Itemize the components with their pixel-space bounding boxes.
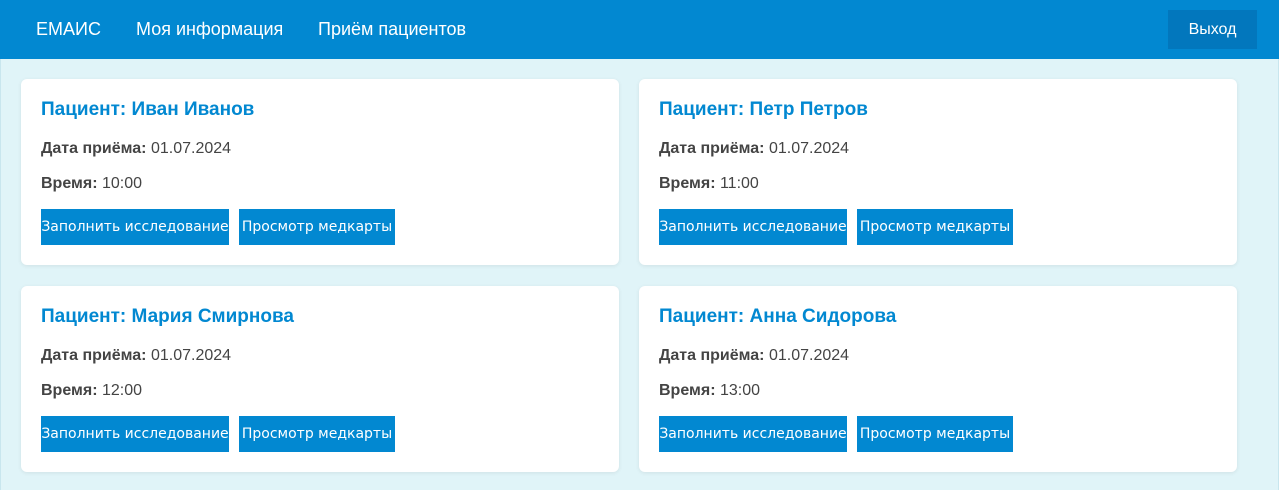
view-medical-record-button[interactable]: Просмотр медкарты: [239, 416, 395, 452]
date-value: 01.07.2024: [150, 347, 232, 364]
nav-my-info[interactable]: Моя информация: [136, 18, 283, 40]
fill-study-button[interactable]: Заполнить исследование: [41, 416, 229, 452]
time-value: 12:00: [101, 382, 143, 399]
time-label: Время:: [659, 175, 716, 192]
time-value: 13:00: [719, 382, 761, 399]
logout-button[interactable]: Выход: [1168, 10, 1257, 49]
time-label: Время:: [41, 175, 98, 192]
patient-card: Пациент: Петр Петров Дата приёма: 01.07.…: [639, 79, 1237, 265]
appointment-time: Время: 11:00: [659, 174, 759, 194]
patient-card: Пациент: Анна Сидорова Дата приёма: 01.0…: [639, 286, 1237, 472]
fill-study-button[interactable]: Заполнить исследование: [659, 416, 847, 452]
appointment-date: Дата приёма: 01.07.2024: [659, 139, 849, 159]
patient-card: Пациент: Мария Смирнова Дата приёма: 01.…: [21, 286, 619, 472]
top-navbar: ЕМАИС Моя информация Приём пациентов Вых…: [0, 0, 1279, 59]
fill-study-button[interactable]: Заполнить исследование: [659, 209, 847, 245]
patient-card: Пациент: Иван Иванов Дата приёма: 01.07.…: [21, 79, 619, 265]
date-value: 01.07.2024: [768, 140, 850, 157]
brand-link[interactable]: ЕМАИС: [36, 18, 101, 40]
appointment-time: Время: 10:00: [41, 174, 142, 194]
patient-name: Пациент: Мария Смирнова: [41, 306, 294, 327]
time-value: 11:00: [719, 175, 759, 192]
date-label: Дата приёма:: [41, 347, 147, 364]
date-label: Дата приёма:: [41, 140, 147, 157]
patient-name: Пациент: Иван Иванов: [41, 99, 255, 120]
time-value: 10:00: [101, 175, 143, 192]
patient-name: Пациент: Петр Петров: [659, 99, 868, 120]
date-label: Дата приёма:: [659, 140, 765, 157]
view-medical-record-button[interactable]: Просмотр медкарты: [857, 209, 1013, 245]
main-content: Пациент: Иван Иванов Дата приёма: 01.07.…: [0, 59, 1279, 490]
appointment-time: Время: 12:00: [41, 381, 142, 401]
time-label: Время:: [659, 382, 716, 399]
appointment-date: Дата приёма: 01.07.2024: [659, 346, 849, 366]
fill-study-button[interactable]: Заполнить исследование: [41, 209, 229, 245]
appointment-date: Дата приёма: 01.07.2024: [41, 346, 231, 366]
appointment-time: Время: 13:00: [659, 381, 760, 401]
appointment-date: Дата приёма: 01.07.2024: [41, 139, 231, 159]
nav-patient-reception[interactable]: Приём пациентов: [318, 18, 466, 40]
date-label: Дата приёма:: [659, 347, 765, 364]
view-medical-record-button[interactable]: Просмотр медкарты: [857, 416, 1013, 452]
view-medical-record-button[interactable]: Просмотр медкарты: [239, 209, 395, 245]
date-value: 01.07.2024: [150, 140, 232, 157]
patient-name: Пациент: Анна Сидорова: [659, 306, 897, 327]
time-label: Время:: [41, 382, 98, 399]
date-value: 01.07.2024: [768, 347, 850, 364]
